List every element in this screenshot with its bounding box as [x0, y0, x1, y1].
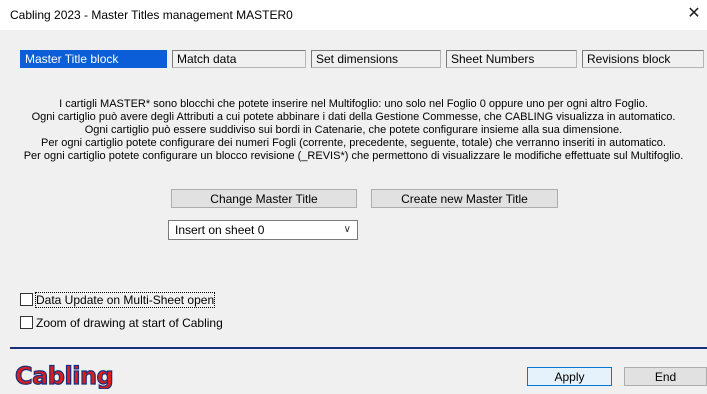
tab-master-title-block[interactable]: Master Title block — [20, 50, 166, 68]
tab-match-data[interactable]: Match data — [172, 50, 306, 68]
insert-sheet-select[interactable]: Insert on sheet 0 ∨ — [168, 220, 358, 240]
description-line: Per ogni cartiglio potete configurare de… — [41, 137, 666, 149]
create-master-title-button[interactable]: Create new Master Title — [371, 189, 558, 208]
end-button[interactable]: End — [624, 367, 707, 386]
tab-strip: Master Title block Match data Set dimens… — [0, 50, 707, 70]
description-line: I cartigli MASTER* sono blocchi che pote… — [59, 98, 648, 110]
title-bar: Cabling 2023 - Master Titles management … — [0, 0, 707, 30]
apply-button[interactable]: Apply — [527, 367, 612, 386]
change-master-title-button[interactable]: Change Master Title — [171, 189, 357, 208]
window-title: Cabling 2023 - Master Titles management … — [10, 8, 293, 22]
description-line: Per ogni cartiglio potete configurare un… — [23, 150, 684, 162]
zoom-start-checkbox-row[interactable]: Zoom of drawing at start of Cabling — [20, 316, 223, 332]
footer-divider — [10, 347, 707, 349]
zoom-start-label: Zoom of drawing at start of Cabling — [36, 316, 223, 330]
tab-separator — [165, 50, 167, 68]
data-update-label: Data Update on Multi-Sheet open — [34, 292, 216, 308]
data-update-checkbox-row[interactable]: Data Update on Multi-Sheet open — [20, 292, 216, 309]
tab-set-dimensions[interactable]: Set dimensions — [311, 50, 441, 68]
close-icon[interactable]: ✕ — [685, 5, 703, 23]
insert-sheet-select-value: Insert on sheet 0 — [175, 223, 265, 237]
chevron-down-icon: ∨ — [343, 224, 351, 235]
zoom-start-checkbox[interactable] — [20, 316, 33, 330]
tab-revisions-block[interactable]: Revisions block — [582, 50, 704, 68]
description-line: Ogni cartiglio può avere degli Attributi… — [31, 111, 676, 123]
tab-sheet-numbers[interactable]: Sheet Numbers — [446, 50, 577, 68]
cabling-logo: Cabling — [14, 359, 124, 390]
description-text: I cartigli MASTER* sono blocchi che pote… — [0, 98, 707, 163]
svg-text:Cabling: Cabling — [15, 362, 113, 389]
data-update-checkbox[interactable] — [20, 293, 33, 307]
description-line: Ogni cartiglio può essere suddiviso sui … — [84, 124, 623, 136]
